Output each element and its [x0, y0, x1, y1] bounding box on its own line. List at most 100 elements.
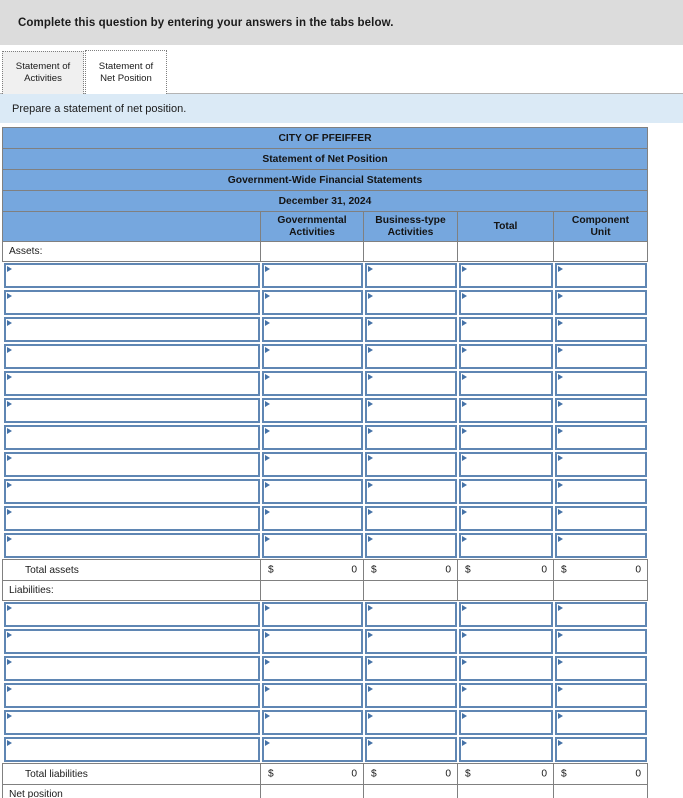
amount-input[interactable]	[564, 631, 639, 652]
account-name-input-cell[interactable]	[3, 602, 260, 627]
amount-input[interactable]	[468, 346, 545, 367]
account-name-input[interactable]	[13, 712, 252, 733]
amount-input-cell[interactable]	[261, 263, 363, 288]
account-name-input[interactable]	[13, 508, 252, 529]
amount-input-cell[interactable]	[458, 683, 553, 708]
amount-input-cell[interactable]	[458, 710, 553, 735]
account-name-input[interactable]	[13, 427, 252, 448]
amount-input-cell[interactable]	[364, 629, 457, 654]
amount-input[interactable]	[374, 346, 449, 367]
amount-input[interactable]	[271, 265, 355, 286]
amount-input-cell[interactable]	[364, 602, 457, 627]
account-name-input-cell[interactable]	[3, 317, 260, 342]
amount-input-cell[interactable]	[261, 683, 363, 708]
amount-input-cell[interactable]	[261, 533, 363, 558]
amount-input[interactable]	[468, 712, 545, 733]
account-name-input[interactable]	[13, 373, 252, 394]
amount-input[interactable]	[564, 373, 639, 394]
tab-statement-of-activities[interactable]: Statement of Activities	[2, 51, 84, 94]
amount-input[interactable]	[374, 400, 449, 421]
amount-input-cell[interactable]	[364, 371, 457, 396]
amount-input[interactable]	[271, 631, 355, 652]
account-name-input[interactable]	[13, 346, 252, 367]
amount-input-cell[interactable]	[364, 506, 457, 531]
amount-input-cell[interactable]	[261, 398, 363, 423]
amount-input-cell[interactable]	[554, 317, 647, 342]
amount-input[interactable]	[564, 319, 639, 340]
amount-input-cell[interactable]	[554, 737, 647, 762]
amount-input[interactable]	[468, 265, 545, 286]
amount-input[interactable]	[271, 481, 355, 502]
amount-input-cell[interactable]	[261, 710, 363, 735]
amount-input-cell[interactable]	[554, 629, 647, 654]
amount-input-cell[interactable]	[554, 602, 647, 627]
amount-input[interactable]	[374, 535, 449, 556]
amount-input[interactable]	[468, 292, 545, 313]
amount-input[interactable]	[564, 604, 639, 625]
amount-input[interactable]	[374, 712, 449, 733]
amount-input-cell[interactable]	[364, 425, 457, 450]
amount-input[interactable]	[374, 604, 449, 625]
amount-input-cell[interactable]	[261, 452, 363, 477]
amount-input[interactable]	[468, 454, 545, 475]
account-name-input-cell[interactable]	[3, 398, 260, 423]
amount-input-cell[interactable]	[458, 263, 553, 288]
amount-input[interactable]	[271, 739, 355, 760]
account-name-input-cell[interactable]	[3, 506, 260, 531]
amount-input[interactable]	[564, 535, 639, 556]
amount-input-cell[interactable]	[554, 344, 647, 369]
account-name-input[interactable]	[13, 658, 252, 679]
amount-input-cell[interactable]	[261, 629, 363, 654]
amount-input-cell[interactable]	[364, 656, 457, 681]
amount-input-cell[interactable]	[458, 656, 553, 681]
account-name-input[interactable]	[13, 739, 252, 760]
amount-input-cell[interactable]	[554, 290, 647, 315]
amount-input-cell[interactable]	[261, 506, 363, 531]
amount-input-cell[interactable]	[261, 737, 363, 762]
amount-input[interactable]	[271, 319, 355, 340]
amount-input-cell[interactable]	[364, 479, 457, 504]
amount-input-cell[interactable]	[554, 479, 647, 504]
amount-input-cell[interactable]	[554, 683, 647, 708]
amount-input[interactable]	[468, 481, 545, 502]
amount-input[interactable]	[564, 346, 639, 367]
amount-input[interactable]	[564, 292, 639, 313]
account-name-input[interactable]	[13, 292, 252, 313]
amount-input-cell[interactable]	[458, 629, 553, 654]
account-name-input-cell[interactable]	[3, 683, 260, 708]
amount-input-cell[interactable]	[554, 398, 647, 423]
amount-input-cell[interactable]	[364, 737, 457, 762]
amount-input-cell[interactable]	[261, 290, 363, 315]
amount-input-cell[interactable]	[364, 344, 457, 369]
amount-input[interactable]	[271, 685, 355, 706]
amount-input[interactable]	[564, 454, 639, 475]
amount-input-cell[interactable]	[554, 533, 647, 558]
amount-input[interactable]	[468, 604, 545, 625]
account-name-input[interactable]	[13, 604, 252, 625]
amount-input-cell[interactable]	[364, 533, 457, 558]
amount-input[interactable]	[374, 454, 449, 475]
amount-input[interactable]	[564, 265, 639, 286]
amount-input-cell[interactable]	[261, 602, 363, 627]
account-name-input-cell[interactable]	[3, 533, 260, 558]
account-name-input-cell[interactable]	[3, 263, 260, 288]
amount-input[interactable]	[374, 508, 449, 529]
amount-input[interactable]	[374, 292, 449, 313]
amount-input-cell[interactable]	[364, 263, 457, 288]
account-name-input-cell[interactable]	[3, 452, 260, 477]
amount-input-cell[interactable]	[458, 506, 553, 531]
amount-input-cell[interactable]	[364, 398, 457, 423]
account-name-input[interactable]	[13, 400, 252, 421]
amount-input[interactable]	[374, 658, 449, 679]
account-name-input[interactable]	[13, 535, 252, 556]
amount-input[interactable]	[374, 739, 449, 760]
amount-input[interactable]	[468, 685, 545, 706]
account-name-input[interactable]	[13, 685, 252, 706]
amount-input-cell[interactable]	[554, 710, 647, 735]
amount-input[interactable]	[468, 400, 545, 421]
amount-input-cell[interactable]	[364, 317, 457, 342]
amount-input-cell[interactable]	[458, 737, 553, 762]
amount-input[interactable]	[271, 658, 355, 679]
amount-input-cell[interactable]	[261, 425, 363, 450]
amount-input[interactable]	[374, 631, 449, 652]
